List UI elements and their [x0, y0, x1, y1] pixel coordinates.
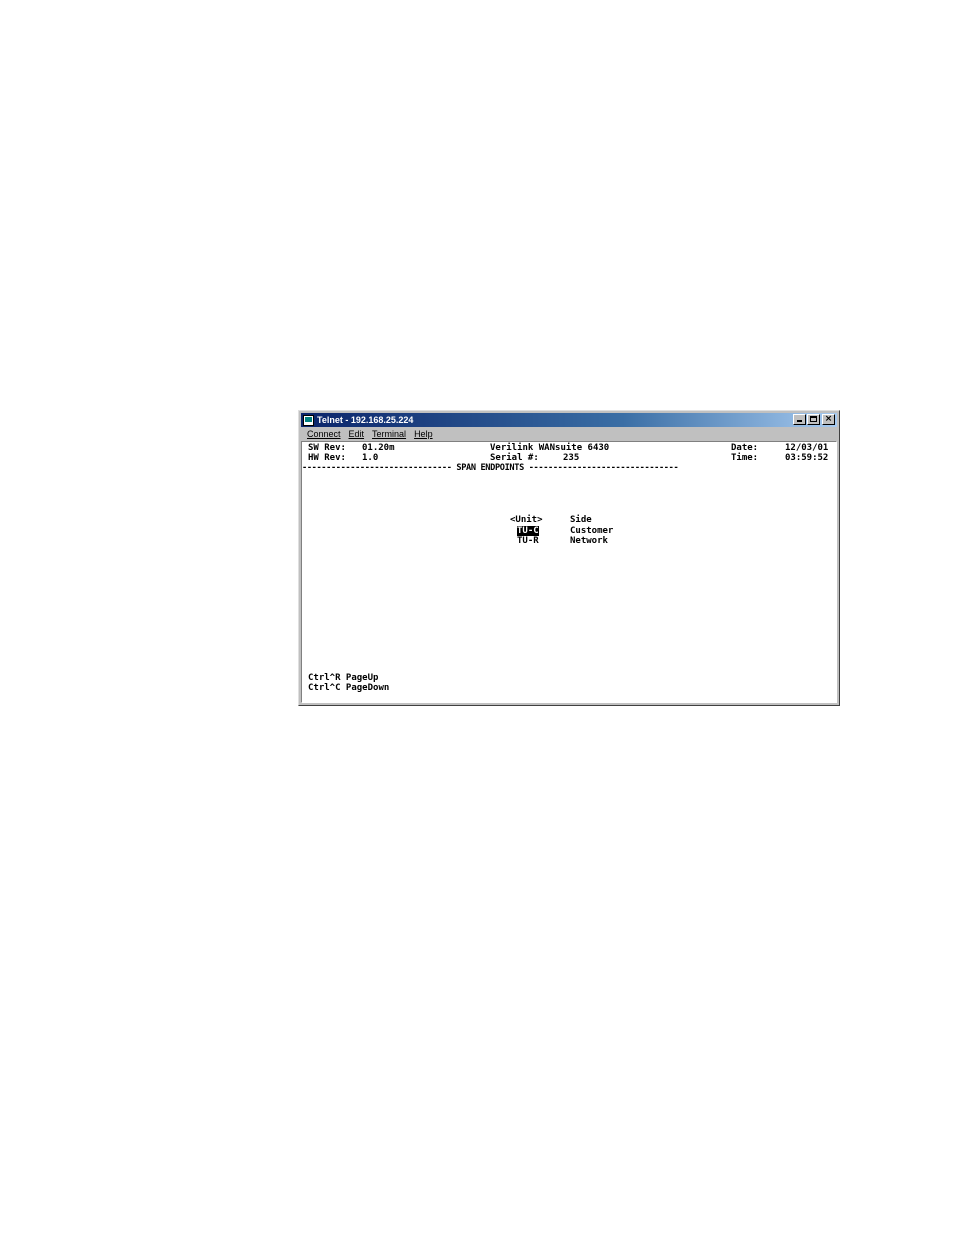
window-controls: ×	[792, 414, 835, 425]
minimize-icon	[797, 420, 802, 422]
menu-connect-label: Connect	[307, 429, 341, 439]
menu-bar: Connect Edit Terminal Help	[301, 428, 837, 440]
terminal-screen[interactable]: SW Rev: 01.20m Verilink WANsuite 6430 Da…	[301, 441, 837, 703]
telnet-window: Telnet - 192.168.25.224 × Connect Edit T…	[298, 410, 840, 706]
product-name: Verilink WANsuite 6430	[490, 443, 610, 453]
close-icon: ×	[824, 414, 833, 424]
footer-page-down: Ctrl^C PageDown	[308, 683, 390, 693]
close-button[interactable]: ×	[822, 414, 835, 425]
time-value: 03:59:52	[785, 453, 829, 463]
time-label: Time:	[731, 453, 759, 463]
maximize-icon	[810, 416, 817, 422]
menu-terminal[interactable]: Terminal	[372, 429, 406, 439]
menu-terminal-label: Terminal	[372, 429, 407, 439]
sw-rev-value: 01.20m	[362, 443, 395, 453]
unit-tu-r[interactable]: TU-R	[517, 536, 539, 546]
menu-edit[interactable]: Edit	[349, 429, 365, 439]
menu-connect[interactable]: Connect	[307, 429, 341, 439]
unit-tu-c[interactable]: TU-C	[517, 526, 539, 536]
side-customer: Customer	[570, 526, 614, 536]
section-title: ------------------------------- SPAN END…	[302, 463, 679, 473]
side-network: Network	[570, 536, 608, 546]
window-title: Telnet - 192.168.25.224	[317, 415, 414, 425]
hw-rev-label: HW Rev:	[308, 453, 346, 463]
title-bar[interactable]: Telnet - 192.168.25.224 ×	[301, 413, 837, 427]
date-label: Date:	[731, 443, 759, 453]
serial-value: 235	[563, 453, 580, 463]
serial-label: Serial #:	[490, 453, 539, 463]
telnet-app-icon[interactable]	[303, 414, 314, 426]
date-value: 12/03/01	[785, 443, 829, 453]
minimize-button[interactable]	[793, 414, 806, 425]
menu-edit-label: Edit	[348, 429, 365, 439]
sw-rev-label: SW Rev:	[308, 443, 346, 453]
maximize-button[interactable]	[807, 414, 820, 425]
footer-page-up: Ctrl^R PageUp	[308, 673, 379, 683]
menu-help-label: Help	[414, 429, 433, 439]
column-header-unit: <Unit>	[510, 515, 543, 525]
column-header-side: Side	[570, 515, 592, 525]
menu-help[interactable]: Help	[414, 429, 433, 439]
hw-rev-value: 1.0	[362, 453, 379, 463]
